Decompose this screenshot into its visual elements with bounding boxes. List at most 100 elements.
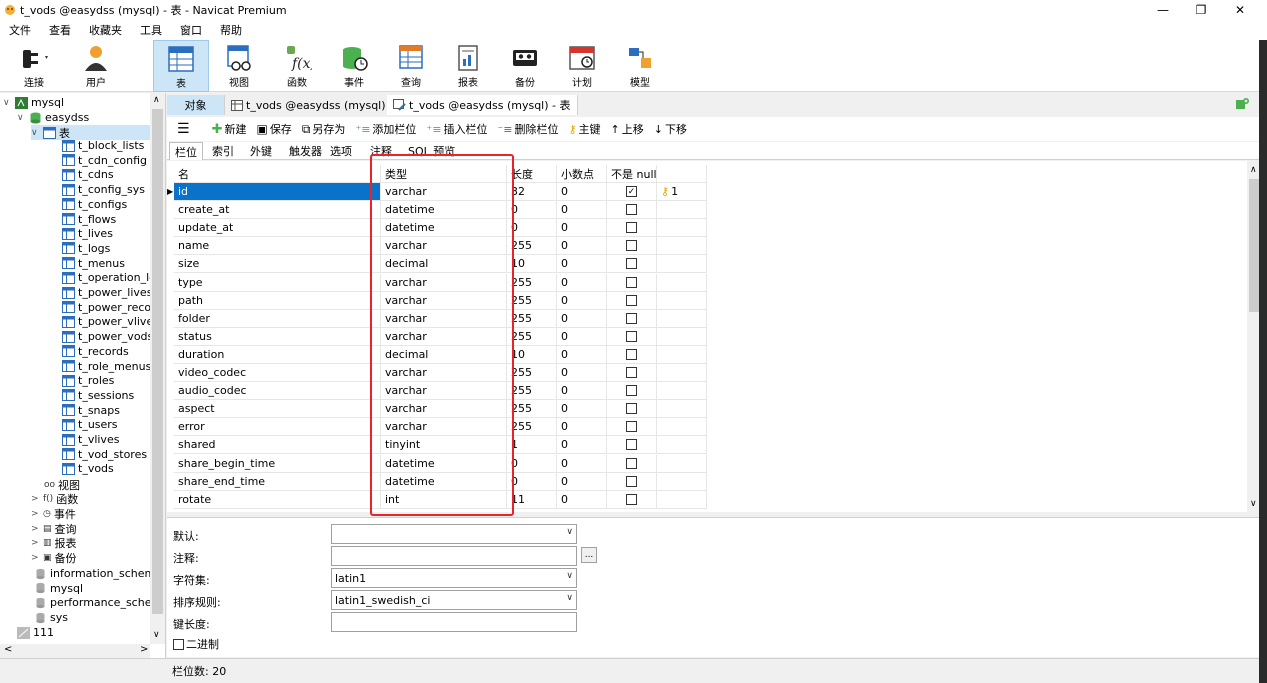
field-length-cell[interactable]: 32 [507,183,557,201]
tree-group-item[interactable]: > ◷ 事件 [31,506,76,521]
subtab-options[interactable]: 选项 [325,142,357,160]
chevron-right-icon[interactable]: > [31,524,41,534]
field-type-cell[interactable]: datetime [381,472,507,491]
field-length-cell[interactable]: 255 [507,327,557,346]
tree-table-item[interactable]: t_roles [62,373,114,388]
field-decimals-cell[interactable]: 0 [557,237,607,256]
field-type-cell[interactable]: varchar [381,327,507,346]
subtab-indexes[interactable]: 索引 [207,142,239,160]
field-type-cell[interactable]: varchar [381,291,507,310]
tree-connection-mysql[interactable]: ∨ mysql [3,95,64,110]
move-up-button[interactable]: ↑ 上移 [611,121,644,137]
field-type-cell[interactable]: varchar [381,273,507,292]
field-type-cell[interactable]: tinyint [381,436,507,455]
table-row[interactable]: size decimal 10 0 [167,255,707,274]
field-type-cell[interactable]: varchar [381,418,507,437]
field-length-cell[interactable]: 255 [507,400,557,419]
not-null-checkbox[interactable] [626,240,637,252]
tree-horizontal-scrollbar[interactable]: < > [0,644,150,658]
field-length-cell[interactable]: 1 [507,436,557,455]
not-null-checkbox[interactable] [626,258,637,270]
tree-table-item[interactable]: t_snaps [62,403,120,418]
table-row[interactable]: duration decimal 10 0 [167,345,707,364]
table-row[interactable]: name varchar 255 0 [167,237,707,256]
toolbar-model-button[interactable]: 模型 [612,40,668,92]
field-name-cell[interactable]: video_codec [174,364,381,382]
toolbar-event-button[interactable]: 事件 [326,40,382,92]
field-name-cell[interactable]: share_begin_time [174,454,381,473]
table-row[interactable]: shared tinyint 1 0 [167,436,707,455]
field-not-null-cell[interactable] [607,418,657,437]
close-button[interactable]: ✕ [1222,0,1258,20]
field-type-cell[interactable]: varchar [381,309,507,328]
key-length-field[interactable] [331,612,577,632]
not-null-checkbox[interactable] [626,385,637,397]
field-decimals-cell[interactable]: 0 [557,454,607,473]
save-as-button[interactable]: ⧉ 另存为 [302,121,346,137]
field-not-null-cell[interactable] [607,237,657,256]
scroll-down-arrow-icon[interactable]: ∨ [153,630,160,640]
menu-help[interactable]: 帮助 [211,22,251,38]
field-length-cell[interactable]: 0 [507,219,557,238]
field-decimals-cell[interactable]: 0 [557,201,607,220]
tree-group-item[interactable]: oo 视图 [44,477,80,492]
toolbar-view-button[interactable]: 视图 [211,40,267,92]
table-row[interactable]: video_codec varchar 255 0 [167,364,707,382]
minimize-button[interactable]: — [1145,0,1181,20]
field-not-null-cell[interactable] [607,309,657,328]
field-type-cell[interactable]: int [381,490,507,509]
chevron-down-icon[interactable]: ∨ [566,593,573,603]
save-button[interactable]: ▣ 保存 [256,121,291,137]
chevron-right-icon[interactable]: > [31,538,41,548]
scroll-up-arrow-icon[interactable]: ∧ [1250,165,1257,175]
field-type-cell[interactable]: decimal [381,255,507,274]
subtab-triggers[interactable]: 触发器 [284,142,327,160]
field-not-null-cell[interactable] [607,490,657,509]
tree-table-item[interactable]: t_menus [62,256,125,271]
tree-group-item[interactable]: > ▣ 备份 [31,551,77,566]
not-null-checkbox[interactable] [626,439,637,451]
tree-table-item[interactable]: t_config_sys [62,182,145,197]
scroll-left-arrow-icon[interactable]: < [4,644,12,655]
tab-table-design[interactable]: t_vods @easydss (mysql) - 表 [387,95,578,115]
field-length-cell[interactable]: 10 [507,345,557,364]
tree-table-item[interactable]: t_records [62,344,129,359]
toolbar-schedule-button[interactable]: 计划 [554,40,610,92]
chevron-right-icon[interactable]: > [31,509,41,519]
field-length-cell[interactable]: 255 [507,237,557,256]
tree-group-item[interactable]: > ▤ 查询 [31,521,77,536]
field-type-cell[interactable]: varchar [381,183,507,201]
field-name-cell[interactable]: aspect [174,400,381,419]
field-not-null-cell[interactable] [607,201,657,220]
delete-field-button[interactable]: ⁻≡ 删除栏位 [497,121,558,137]
field-decimals-cell[interactable]: 0 [557,400,607,419]
chevron-down-icon[interactable]: ∨ [566,571,573,581]
chevron-down-icon[interactable]: ∨ [3,98,13,108]
new-button[interactable]: ✚ 新建 [212,121,247,137]
subtab-sql-preview[interactable]: SQL 预览 [403,142,460,160]
toolbar-query-button[interactable]: 查询 [383,40,439,92]
not-null-checkbox[interactable] [626,493,637,505]
field-decimals-cell[interactable]: 0 [557,183,607,201]
not-null-checkbox[interactable] [626,457,637,469]
field-decimals-cell[interactable]: 0 [557,327,607,346]
chevron-right-icon[interactable]: > [31,553,41,563]
tree-database-item[interactable]: information_schema [34,566,162,581]
maximize-button[interactable]: ❐ [1183,0,1219,20]
field-name-cell[interactable]: share_end_time [174,472,381,491]
not-null-checkbox[interactable] [626,348,637,360]
field-decimals-cell[interactable]: 0 [557,345,607,364]
field-decimals-cell[interactable]: 0 [557,382,607,401]
scroll-right-arrow-icon[interactable]: > [140,644,148,655]
tree-group-item[interactable]: > f() 函数 [31,492,78,507]
field-not-null-cell[interactable]: ✓ [607,183,657,201]
tree-vertical-scrollbar[interactable]: ∧ ∨ [150,93,165,644]
table-row[interactable]: status varchar 255 0 [167,327,707,346]
tree-table-item[interactable]: t_sessions [62,388,134,403]
field-decimals-cell[interactable]: 0 [557,255,607,274]
binary-option[interactable]: 二进制 [173,636,219,652]
field-type-cell[interactable]: decimal [381,345,507,364]
tree-table-item[interactable]: t_power_vods [62,329,153,344]
comment-field[interactable] [331,546,577,566]
field-name-cell[interactable]: id [174,183,381,201]
